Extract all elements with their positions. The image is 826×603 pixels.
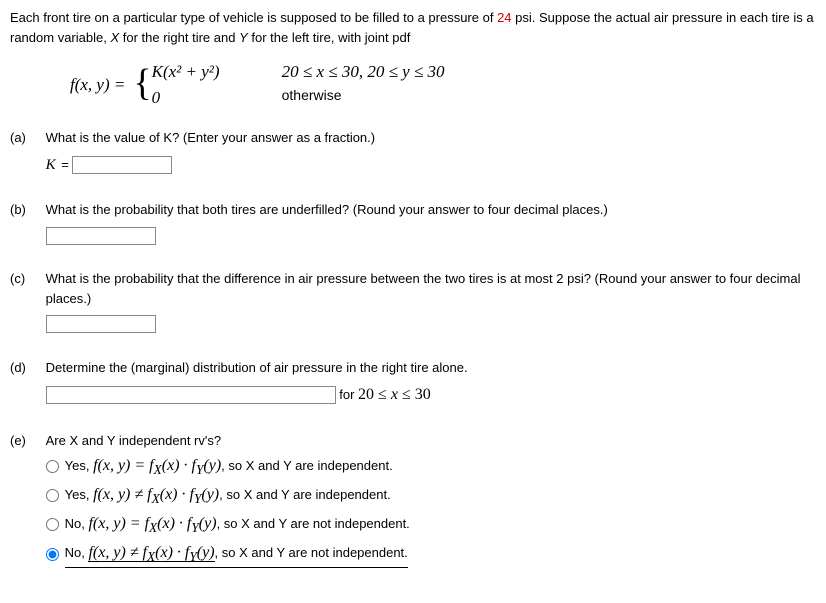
intro-xvar: X <box>110 30 119 45</box>
c-input[interactable] <box>46 315 156 333</box>
option-3[interactable]: No, f(x, y) = fX(x) · fY(y), so X and Y … <box>46 512 816 538</box>
formula-lhs: f(x, y) = <box>70 72 125 98</box>
piece-top-right: 20 ≤ x ≤ 30, 20 ≤ y ≤ 30 <box>282 62 445 81</box>
intro-yvar: Y <box>239 30 248 45</box>
d-domain: 20 ≤ x ≤ 30 <box>358 386 431 403</box>
part-d-label: (d) <box>10 358 42 378</box>
piece-bot-right: otherwise <box>282 85 502 111</box>
part-b-label: (b) <box>10 200 42 220</box>
problem-intro: Each front tire on a particular type of … <box>10 8 816 47</box>
part-a-text: What is the value of K? (Enter your answ… <box>46 130 375 145</box>
b-input[interactable] <box>46 227 156 245</box>
joint-pdf-formula: f(x, y) = { K(x² + y²) 20 ≤ x ≤ 30, 20 ≤… <box>70 59 816 110</box>
option-2[interactable]: Yes, f(x, y) ≠ fX(x) · fY(y), so X and Y… <box>46 483 816 509</box>
intro-text: Each front tire on a particular type of … <box>10 10 497 25</box>
part-c-label: (c) <box>10 269 42 289</box>
psi-value: 24 <box>497 10 511 25</box>
piece-bot-left: 0 <box>152 85 282 111</box>
part-c-text: What is the probability that the differe… <box>46 271 801 306</box>
part-b-text: What is the probability that both tires … <box>46 202 608 217</box>
radio-option-3[interactable] <box>46 518 59 531</box>
d-for: for <box>339 387 358 402</box>
part-a-label: (a) <box>10 128 42 148</box>
k-input[interactable] <box>72 156 172 174</box>
piecewise-block: K(x² + y²) 20 ≤ x ≤ 30, 20 ≤ y ≤ 30 0 ot… <box>152 59 502 110</box>
k-label: K <box>46 157 56 173</box>
intro-text-3: for the right tire and <box>119 30 239 45</box>
radio-option-2[interactable] <box>46 489 59 502</box>
radio-option-1[interactable] <box>46 460 59 473</box>
option-1[interactable]: Yes, f(x, y) = fX(x) · fY(y), so X and Y… <box>46 454 816 480</box>
part-e-text: Are X and Y independent rv's? <box>46 433 221 448</box>
part-e-label: (e) <box>10 431 42 451</box>
part-d-text: Determine the (marginal) distribution of… <box>46 360 468 375</box>
d-input[interactable] <box>46 386 336 404</box>
brace-icon: { <box>133 64 151 102</box>
intro-text-4: for the left tire, with joint pdf <box>248 30 411 45</box>
piece-top-left: K(x² + y²) <box>152 59 282 85</box>
k-equals: = <box>58 157 73 172</box>
